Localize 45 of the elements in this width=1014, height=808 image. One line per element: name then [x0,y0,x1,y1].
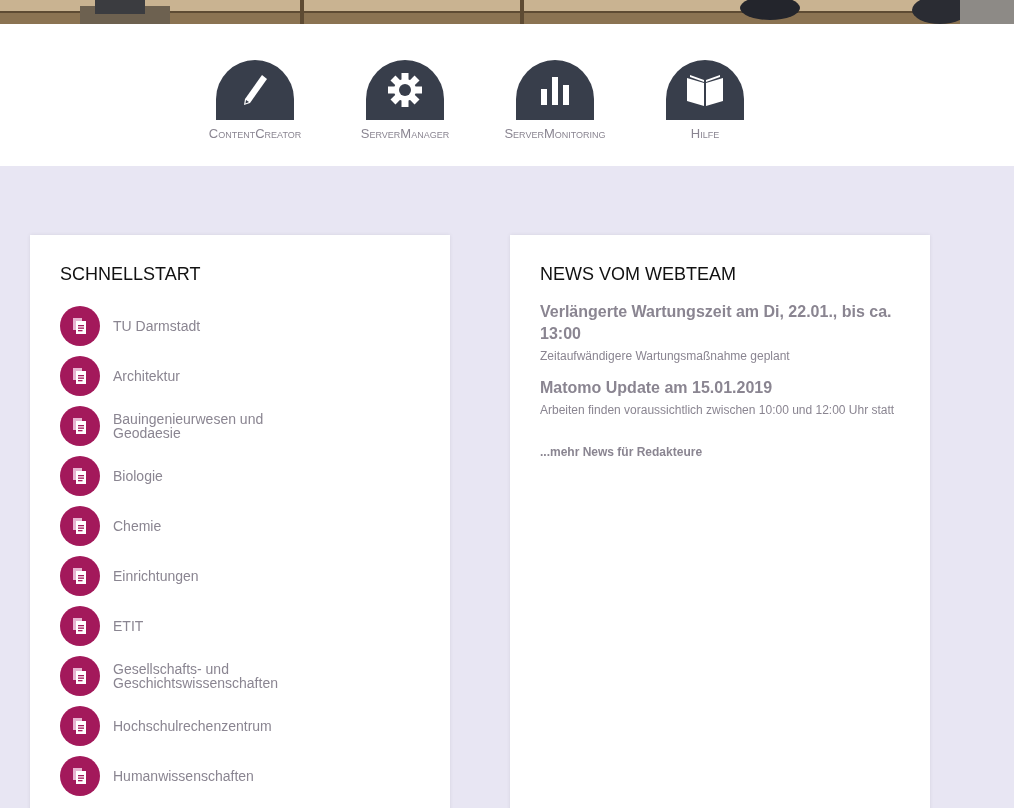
document-icon [72,517,88,535]
document-icon [72,317,88,335]
quickstart-link[interactable]: Biologie [113,469,163,483]
document-icon [72,767,88,785]
document-badge[interactable] [60,306,100,346]
tool-link[interactable]: Hilfe [630,60,780,141]
quickstart-link[interactable]: Einrichtungen [113,569,199,583]
document-badge[interactable] [60,556,100,596]
quickstart-link[interactable]: Hochschulrechenzentrum [113,719,272,733]
document-icon [72,667,88,685]
book-icon [686,73,724,107]
document-icon [72,417,88,435]
document-badge[interactable] [60,606,100,646]
quickstart-link[interactable]: Bauingenieurwesen und Geodaesie [113,412,313,440]
quickstart-link[interactable]: TU Darmstadt [113,319,201,333]
document-icon [72,717,88,735]
gear-icon [388,73,422,107]
document-icon [72,467,88,485]
bar-chart-icon [540,75,570,105]
document-icon [72,617,88,635]
document-badge[interactable] [60,756,100,796]
document-badge[interactable] [60,356,100,396]
quickstart-link[interactable]: Chemie [113,519,162,533]
card-title: NEWS VOM WEBTEAM [540,264,737,285]
pencil-icon [242,73,268,107]
news-text: Zeitaufwändigere Wartungsmaßnahme geplant [540,348,791,365]
news-headline[interactable]: Verlängerte Wartungszeit am Di, 22.01., bis ca. 13:00 [540,301,900,345]
tool-link[interactable]: ContentCreator [180,60,330,141]
document-badge[interactable] [60,506,100,546]
document-icon [72,567,88,585]
document-badge[interactable] [60,706,100,746]
document-badge[interactable] [60,406,100,446]
news-headline[interactable]: Matomo Update am 15.01.2019 [540,377,900,399]
more-news-link[interactable]: ...mehr News für Redakteure [540,445,703,459]
document-badge[interactable] [60,456,100,496]
tool-link[interactable]: ServerManager [330,60,480,141]
document-badge[interactable] [60,656,100,696]
card-title: SCHNELLSTART [60,264,202,285]
tool-link[interactable]: ServerMonitoring [480,60,630,141]
news-text: Arbeiten finden voraussichtlich zwischen 10:00 und 12:00 Uhr statt [540,402,896,419]
quickstart-link[interactable]: Gesellschafts- und Geschichtswissenschaften [113,662,313,690]
quickstart-link[interactable]: Humanwissenschaften [113,769,254,783]
quickstart-link[interactable]: ETIT [113,619,144,633]
quickstart-link[interactable]: Architektur [113,369,180,383]
document-icon [72,367,88,385]
